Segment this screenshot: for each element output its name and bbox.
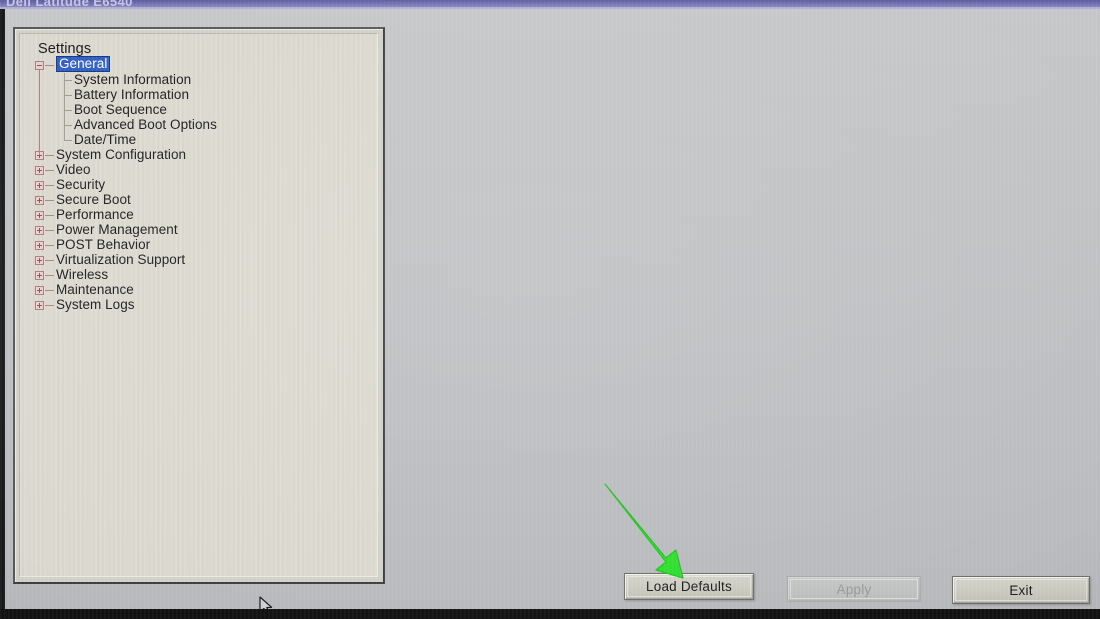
tree-item-label: System Configuration bbox=[56, 147, 187, 162]
tree-item-label: Performance bbox=[56, 207, 134, 222]
tree-item-video[interactable]: Video bbox=[20, 162, 377, 178]
tree-item-label: Security bbox=[56, 177, 106, 192]
load-defaults-button-label: Load Defaults bbox=[646, 579, 732, 594]
tree-item-label: General bbox=[56, 56, 111, 72]
bios-setup-screen: Dell Latitude E6540 Settings General Syst… bbox=[0, 0, 1100, 619]
tree-connector-line bbox=[39, 70, 40, 155]
tree-item-label: System Logs bbox=[56, 297, 135, 312]
expand-icon[interactable] bbox=[35, 271, 44, 280]
tree-connector-line bbox=[45, 245, 54, 246]
tree-item-date-time[interactable]: Date/Time bbox=[20, 132, 377, 148]
tree-connector-line bbox=[45, 290, 54, 291]
tree-item-battery-information[interactable]: Battery Information bbox=[20, 87, 377, 103]
window-titlebar: Dell Latitude E6540 bbox=[0, 0, 1100, 9]
tree-connector-line bbox=[45, 230, 54, 231]
tree-heading: Settings bbox=[38, 41, 92, 57]
tree-item-virtualization-support[interactable]: Virtualization Support bbox=[20, 252, 377, 268]
expand-icon[interactable] bbox=[35, 226, 44, 235]
tree-connector-line bbox=[45, 275, 54, 276]
titlebar-sheen bbox=[0, 7, 1100, 9]
tree-item-label: Video bbox=[56, 162, 91, 177]
tree-item-label: Wireless bbox=[56, 267, 109, 282]
tree-item-system-logs[interactable]: System Logs bbox=[20, 297, 377, 313]
expand-icon[interactable] bbox=[35, 211, 44, 220]
tree-item-label: Secure Boot bbox=[56, 192, 131, 207]
tree-item-performance[interactable]: Performance bbox=[20, 207, 377, 223]
tree-item-maintenance[interactable]: Maintenance bbox=[20, 282, 377, 298]
tree-item-label: Advanced Boot Options bbox=[74, 117, 217, 132]
tree-item-label: Date/Time bbox=[74, 132, 137, 147]
expand-icon[interactable] bbox=[35, 241, 44, 250]
tree-item-system-configuration[interactable]: System Configuration bbox=[20, 147, 377, 163]
tree-connector-line bbox=[64, 133, 65, 141]
tree-connector-line bbox=[45, 305, 54, 306]
exit-button-label: Exit bbox=[1009, 582, 1033, 598]
tree-item-system-information[interactable]: System Information bbox=[20, 72, 377, 88]
expand-icon[interactable] bbox=[35, 286, 44, 295]
tree-connector-line bbox=[64, 88, 65, 103]
tree-item-label: Maintenance bbox=[56, 282, 134, 297]
tree-connector-line bbox=[45, 170, 54, 171]
load-defaults-button[interactable]: Load Defaults bbox=[624, 573, 754, 600]
tree-connector-line bbox=[45, 155, 54, 156]
tree-item-power-management[interactable]: Power Management bbox=[20, 222, 377, 238]
collapse-icon[interactable] bbox=[35, 61, 44, 70]
tree-connector-line bbox=[45, 65, 54, 66]
tree-item-label: POST Behavior bbox=[56, 237, 151, 252]
tree-item-label: Power Management bbox=[56, 222, 178, 237]
apply-button-label: Apply bbox=[836, 581, 872, 597]
tree-item-label: System Information bbox=[74, 72, 192, 87]
tree-item-general[interactable]: General bbox=[20, 56, 377, 73]
exit-button[interactable]: Exit bbox=[952, 576, 1090, 604]
tree-connector-line bbox=[64, 80, 72, 81]
tree-item-security[interactable]: Security bbox=[20, 177, 377, 193]
tree-panel-frame: Settings General System Information Batter… bbox=[13, 27, 385, 584]
tree-item-label: Boot Sequence bbox=[74, 102, 167, 117]
tree-item-secure-boot[interactable]: Secure Boot bbox=[20, 192, 377, 208]
tree-item-advanced-boot-options[interactable]: Advanced Boot Options bbox=[20, 117, 377, 133]
expand-icon[interactable] bbox=[35, 301, 44, 310]
tree-connector-line bbox=[45, 200, 54, 201]
tree-connector-line bbox=[64, 103, 65, 118]
tree-item-wireless[interactable]: Wireless bbox=[20, 267, 377, 283]
tree-connector-line bbox=[45, 215, 54, 216]
tree-connector-line bbox=[45, 260, 54, 261]
tree-item-post-behavior[interactable]: POST Behavior bbox=[20, 237, 377, 253]
expand-icon[interactable] bbox=[35, 181, 44, 190]
tree-connector-line bbox=[64, 73, 65, 88]
tree-item-label: Virtualization Support bbox=[56, 252, 186, 267]
expand-icon[interactable] bbox=[35, 166, 44, 175]
apply-button: Apply bbox=[787, 576, 921, 602]
screen-left-bezel bbox=[0, 9, 5, 619]
expand-icon[interactable] bbox=[35, 256, 44, 265]
tree-item-boot-sequence[interactable]: Boot Sequence bbox=[20, 102, 377, 118]
tree-connector-line bbox=[45, 185, 54, 186]
tree-connector-line bbox=[64, 140, 72, 141]
expand-icon[interactable] bbox=[35, 196, 44, 205]
tree-connector-line bbox=[64, 110, 72, 111]
tree-connector-line bbox=[64, 95, 72, 96]
tree-connector-line bbox=[64, 125, 72, 126]
tree-item-label: Battery Information bbox=[74, 87, 190, 102]
settings-tree: General System Information Battery Informa… bbox=[20, 56, 377, 313]
tree-connector-line bbox=[64, 118, 65, 133]
tree-panel-surface: Settings General System Information Batter… bbox=[19, 33, 378, 577]
screen-bottom-bezel bbox=[0, 609, 1100, 619]
settings-tree-panel: Settings General System Information Batter… bbox=[13, 27, 385, 584]
